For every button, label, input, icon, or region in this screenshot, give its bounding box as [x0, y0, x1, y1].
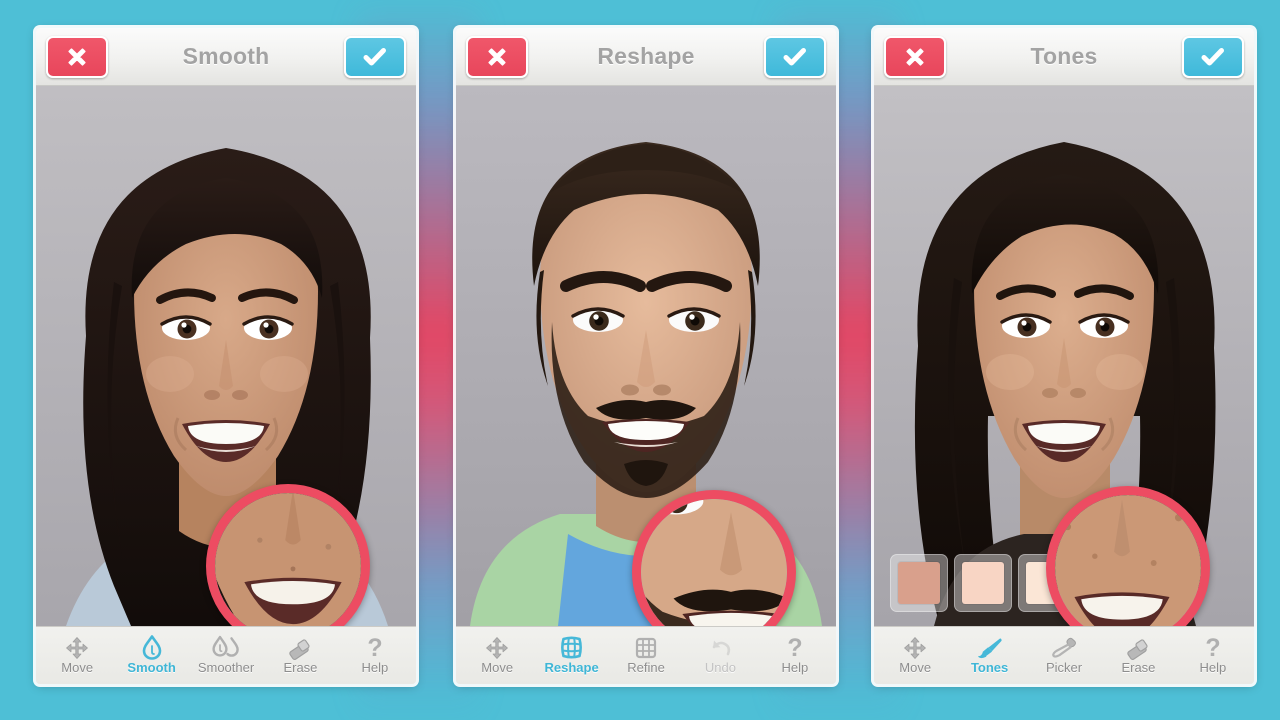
swatch-color-chip [962, 562, 1004, 604]
close-x-icon [488, 48, 506, 66]
question-mark-icon: ? [365, 634, 385, 660]
photo-stage-reshape[interactable] [456, 86, 836, 626]
droplet-icon [142, 634, 162, 660]
undo-arrow-icon [708, 634, 733, 660]
checkmark-icon [363, 48, 386, 66]
header-bar-smooth: Smooth [36, 28, 416, 86]
accept-button[interactable] [344, 36, 406, 78]
question-mark-icon: ? [1203, 634, 1223, 660]
cancel-button[interactable] [884, 36, 946, 78]
tool-reshape[interactable]: Reshape [534, 627, 608, 682]
tool-label: Tones [970, 660, 1009, 675]
move-arrows-icon [65, 634, 89, 660]
tool-smoother[interactable]: Smoother [189, 627, 263, 682]
svg-text:?: ? [787, 635, 802, 660]
fine-grid-icon [634, 634, 658, 660]
tool-label: Help [361, 660, 389, 675]
tone-swatch-medium[interactable] [890, 554, 948, 612]
tool-undo[interactable]: Undo [683, 627, 757, 682]
page-title: Tones [1030, 43, 1098, 69]
close-x-icon [68, 48, 86, 66]
swatch-color-chip [898, 562, 940, 604]
tool-picker[interactable]: Picker [1027, 627, 1101, 682]
tool-erase[interactable]: Erase [1101, 627, 1175, 682]
page-title: Smooth [182, 43, 270, 69]
eyedropper-icon [1051, 634, 1078, 660]
tool-label: Move [61, 660, 94, 675]
panel-tones: Tones Move Tones Picker Erase ? Help [874, 28, 1254, 684]
svg-text:?: ? [1205, 635, 1220, 660]
tool-label: Reshape [544, 660, 599, 675]
photo-stage-smooth[interactable] [36, 86, 416, 626]
tool-help[interactable]: ? Help [338, 627, 412, 682]
question-mark-icon: ? [785, 634, 805, 660]
tool-move[interactable]: Move [460, 627, 534, 682]
tone-swatch-light[interactable] [954, 554, 1012, 612]
checkmark-icon [1201, 48, 1224, 66]
tool-refine[interactable]: Refine [609, 627, 683, 682]
double-droplet-icon [212, 634, 240, 660]
cancel-button[interactable] [466, 36, 528, 78]
brush-icon [976, 634, 1003, 660]
warp-grid-icon [559, 634, 584, 660]
tool-label: Undo [704, 660, 736, 675]
header-bar-tones: Tones [874, 28, 1254, 86]
tool-label: Erase [283, 660, 318, 675]
magnifier-loupe[interactable] [206, 484, 370, 626]
photo-stage-tones[interactable] [874, 86, 1254, 626]
panel-smooth: Smooth Move Smooth Smoother Erase ? Help [36, 28, 416, 684]
magnifier-loupe[interactable] [632, 490, 796, 626]
move-arrows-icon [903, 634, 927, 660]
toolbar-smooth: Move Smooth Smoother Erase ? Help [36, 626, 416, 684]
header-bar-reshape: Reshape [456, 28, 836, 86]
close-x-icon [906, 48, 924, 66]
panel-reshape: Reshape Move Reshape Refine Undo ? Help [456, 28, 836, 684]
accept-button[interactable] [764, 36, 826, 78]
tool-smooth[interactable]: Smooth [114, 627, 188, 682]
eraser-icon [1125, 634, 1151, 660]
tool-label: Move [899, 660, 932, 675]
accept-button[interactable] [1182, 36, 1244, 78]
tool-label: Smooth [127, 660, 176, 675]
tool-label: Picker [1045, 660, 1083, 675]
tool-label: Help [781, 660, 809, 675]
svg-text:?: ? [367, 635, 382, 660]
page-title: Reshape [597, 43, 695, 69]
toolbar-reshape: Move Reshape Refine Undo ? Help [456, 626, 836, 684]
magnifier-loupe[interactable] [1046, 486, 1210, 626]
loupe-before-preview [641, 499, 787, 626]
tool-label: Erase [1121, 660, 1156, 675]
tool-label: Move [481, 660, 514, 675]
tool-help[interactable]: ? Help [1176, 627, 1250, 682]
tool-erase[interactable]: Erase [263, 627, 337, 682]
loupe-before-preview [1055, 495, 1201, 626]
tool-label: Refine [627, 660, 665, 675]
checkmark-icon [783, 48, 806, 66]
move-arrows-icon [485, 634, 509, 660]
toolbar-tones: Move Tones Picker Erase ? Help [874, 626, 1254, 684]
tool-move[interactable]: Move [40, 627, 114, 682]
tool-label: Help [1199, 660, 1227, 675]
cancel-button[interactable] [46, 36, 108, 78]
eraser-icon [287, 634, 313, 660]
tool-move[interactable]: Move [878, 627, 952, 682]
loupe-before-preview [215, 493, 361, 626]
tool-label: Smoother [197, 660, 255, 675]
tool-tones[interactable]: Tones [952, 627, 1026, 682]
tool-help[interactable]: ? Help [758, 627, 832, 682]
